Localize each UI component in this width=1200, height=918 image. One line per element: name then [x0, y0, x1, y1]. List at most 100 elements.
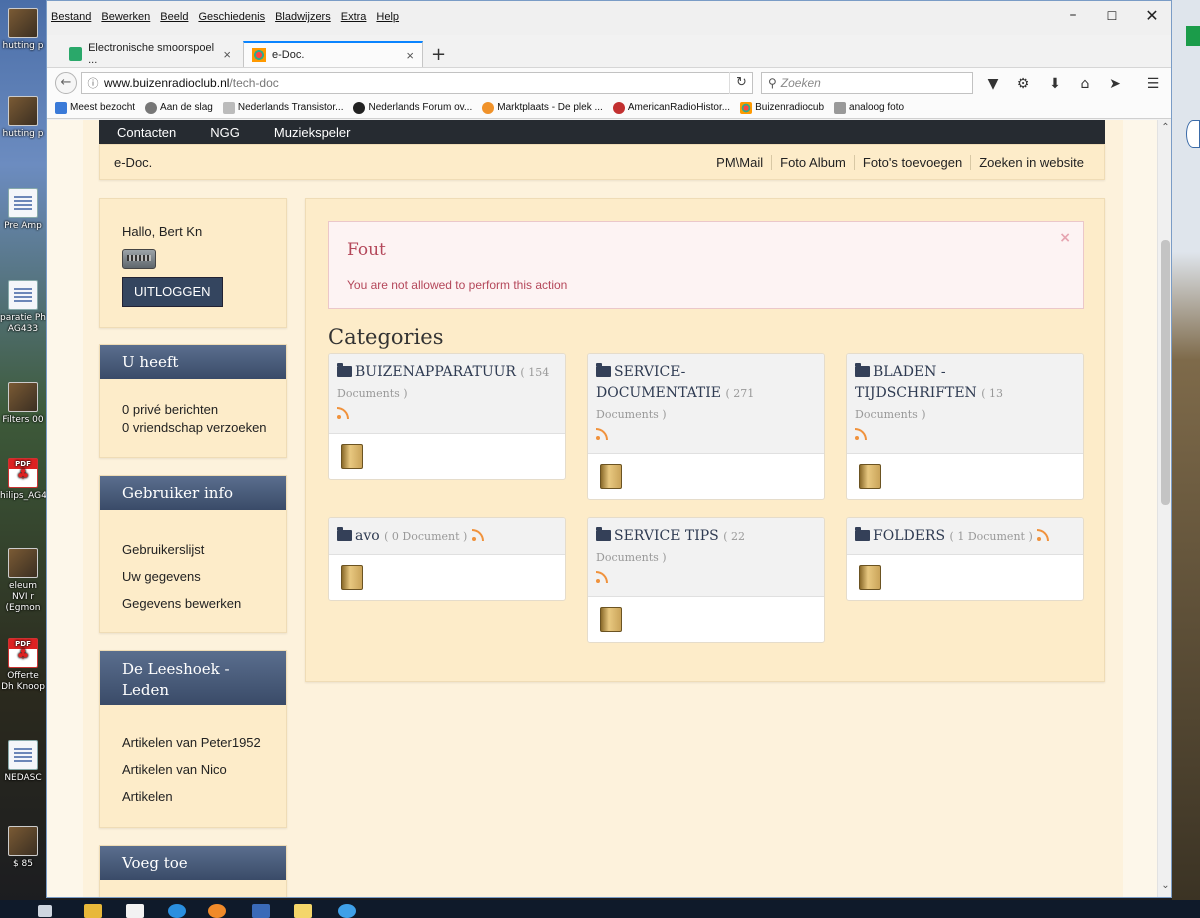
search-input[interactable]: ⚲ Zoeken [761, 72, 973, 94]
ie-icon[interactable] [168, 904, 186, 918]
url-bar[interactable]: ⓘ www.buizenradioclub.nl/tech-doc [81, 72, 753, 94]
artikelen-link[interactable]: Artikelen [122, 783, 286, 810]
uw-gegevens-link[interactable]: Uw gegevens [122, 563, 286, 590]
book-icon[interactable] [859, 565, 881, 590]
rss-icon[interactable] [337, 407, 349, 419]
vertical-scrollbar[interactable]: ⌃ ⌄ [1157, 120, 1171, 897]
link-zoeken-website[interactable]: Zoeken in website [970, 155, 1092, 170]
logout-button[interactable]: UITLOGGEN [122, 277, 223, 307]
download-icon[interactable]: ⬇ [1045, 74, 1065, 94]
desktop-icon[interactable]: $ 85 [0, 826, 46, 870]
rss-icon[interactable] [855, 428, 867, 440]
new-tab-button[interactable]: + [431, 44, 446, 65]
minimize-button[interactable]: – [1058, 7, 1088, 23]
category-link-cont[interactable]: DOCUMENTATIE [596, 385, 721, 401]
desktop-icon[interactable]: NEDASC [0, 740, 46, 784]
nav-muziekspeler[interactable]: Muziekspeler [274, 125, 351, 140]
start-icon[interactable] [38, 905, 52, 917]
menu-bewerken[interactable]: Bewerken [101, 11, 150, 23]
menu-help[interactable]: Help [376, 11, 399, 23]
category-link[interactable]: SERVICE- [614, 364, 685, 380]
link-foto-album[interactable]: Foto Album [771, 155, 854, 170]
home-icon[interactable]: ⌂ [1075, 74, 1095, 94]
book-icon[interactable] [859, 464, 881, 489]
word-icon[interactable] [252, 904, 270, 918]
info-icon[interactable]: ⓘ [82, 75, 104, 91]
pocket-icon[interactable]: ▼ [983, 74, 1003, 94]
artikelen-nico-link[interactable]: Artikelen van Nico [122, 756, 286, 783]
category-link[interactable]: SERVICE TIPS [614, 528, 719, 544]
menu-bestand[interactable]: Bestand [51, 11, 91, 23]
rss-icon[interactable] [596, 571, 608, 583]
error-alert: Fout You are not allowed to perform this… [328, 221, 1084, 309]
category-link[interactable]: avo [355, 528, 380, 544]
firefox-icon[interactable] [208, 904, 226, 918]
private-messages-link[interactable]: 0 privé berichten [122, 401, 286, 419]
desktop-icon[interactable]: Pre Amp [0, 188, 46, 232]
desktop-icon[interactable]: hutting p [0, 8, 46, 52]
maximize-button[interactable]: ☐ [1097, 9, 1127, 23]
close-tab-icon[interactable]: × [406, 48, 414, 63]
scroll-up-icon[interactable]: ⌃ [1158, 122, 1171, 133]
link-fotos-toevoegen[interactable]: Foto's toevoegen [853, 155, 970, 170]
bookmark-icon [55, 101, 67, 114]
desktop-icon[interactable]: Filters 00 [0, 382, 46, 426]
friend-requests-link[interactable]: 0 vriendschap verzoeken [122, 419, 286, 437]
close-tab-icon[interactable]: × [223, 47, 231, 62]
menu-beeld[interactable]: Beeld [160, 11, 188, 23]
edge-icon[interactable] [338, 904, 356, 918]
menu-bladwijzers[interactable]: Bladwijzers [275, 11, 331, 23]
bookmark-marktplaats[interactable]: Marktplaats - De plek ... [482, 101, 603, 114]
desktop-icon[interactable]: hutting p [0, 96, 46, 140]
category-link[interactable]: BUIZENAPPARATUUR [355, 364, 516, 380]
desktop-icon[interactable]: hilips_AG4 [0, 458, 46, 502]
menu-extra[interactable]: Extra [341, 11, 367, 23]
explorer-icon[interactable] [294, 904, 312, 918]
bookmark-aan-de-slag[interactable]: Aan de slag [145, 101, 213, 114]
settings-icon[interactable]: ⚙ [1013, 74, 1033, 94]
book-icon[interactable] [600, 464, 622, 489]
store-icon[interactable] [126, 904, 144, 918]
back-button[interactable]: ← [55, 72, 77, 94]
top-navigation: Contacten NGG Muziekspeler [99, 120, 1105, 144]
document-count: ( 1 Document ) [949, 530, 1033, 543]
artikelen-peter-link[interactable]: Artikelen van Peter1952 [122, 729, 286, 756]
bookmark-meest-bezocht[interactable]: Meest bezocht [55, 101, 135, 114]
tab-smoorspoel[interactable]: Electronische smoorspoel ... × [61, 41, 239, 67]
category-link-cont[interactable]: TIJDSCHRIFTEN [855, 385, 977, 401]
rss-icon[interactable] [596, 428, 608, 440]
desktop-icon[interactable]: paratie Ph AG433 [0, 280, 46, 335]
voeg-toe-module: Voeg toe [99, 845, 287, 897]
rss-icon[interactable] [1037, 529, 1050, 541]
bookmark-transistor[interactable]: Nederlands Transistor... [222, 101, 343, 114]
close-icon[interactable]: × [1059, 230, 1071, 246]
scrollbar-thumb[interactable] [1161, 240, 1170, 505]
gebruikerslijst-link[interactable]: Gebruikerslijst [122, 536, 286, 563]
tab-edoc[interactable]: e-Doc. × [243, 41, 423, 67]
reload-button[interactable]: ↻ [729, 72, 753, 94]
close-window-button[interactable]: ✕ [1137, 6, 1167, 25]
bookmark-analoog-foto[interactable]: analoog foto [834, 101, 904, 114]
desktop-icon[interactable]: eleum NVI r (Egmon [0, 548, 46, 614]
bookmark-forum[interactable]: Nederlands Forum ov... [353, 101, 472, 114]
bookmark-buizenradiocub[interactable]: Buizenradiocub [740, 101, 824, 114]
category-link[interactable]: FOLDERS [873, 528, 945, 544]
link-pm-mail[interactable]: PM\Mail [708, 155, 771, 170]
page-container: Contacten NGG Muziekspeler e-Doc. PM\Mai… [83, 120, 1123, 897]
bookmark-americanradio[interactable]: AmericanRadioHistor... [612, 101, 730, 114]
category-link[interactable]: BLADEN - [873, 364, 946, 380]
book-icon[interactable] [341, 565, 363, 590]
gegevens-bewerken-link[interactable]: Gegevens bewerken [122, 590, 286, 617]
hamburger-menu-icon[interactable]: ☰ [1143, 74, 1163, 94]
book-icon[interactable] [600, 607, 622, 632]
nav-ngg[interactable]: NGG [210, 125, 240, 140]
nav-contacten[interactable]: Contacten [117, 125, 176, 140]
menu-geschiedenis[interactable]: Geschiedenis [198, 11, 265, 23]
folder-icon[interactable] [84, 904, 102, 918]
site-brand[interactable]: e-Doc. [114, 155, 152, 170]
send-icon[interactable]: ➤ [1105, 74, 1125, 94]
scroll-down-icon[interactable]: ⌄ [1158, 880, 1171, 891]
book-icon[interactable] [341, 444, 363, 469]
rss-icon[interactable] [471, 529, 484, 541]
desktop-icon[interactable]: Offerte Dh Knoop [0, 638, 46, 693]
